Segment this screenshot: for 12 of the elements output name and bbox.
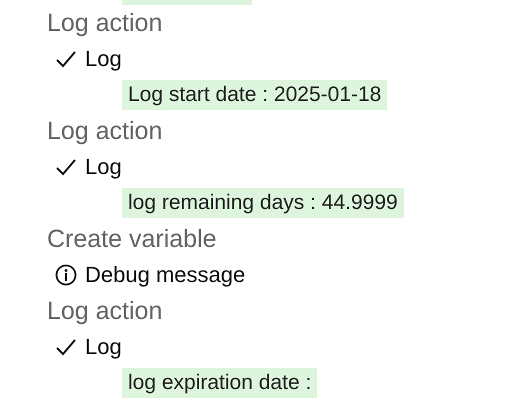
step-title: Log action <box>46 116 164 147</box>
result-label: Debug message <box>85 262 246 288</box>
log-message: Log start date : 2025-01-18 <box>122 80 388 110</box>
info-icon <box>55 264 77 286</box>
log-message: log remaining days : 44.9999 <box>122 188 404 218</box>
step-title: Log action <box>46 8 164 39</box>
result-label: Log <box>85 154 122 180</box>
result-label: Log <box>85 46 122 72</box>
step-title: Log action <box>46 296 164 327</box>
step-title: Create variable <box>46 224 218 255</box>
result-label: Log <box>85 334 122 360</box>
log-message: log expiration date : <box>122 368 318 398</box>
